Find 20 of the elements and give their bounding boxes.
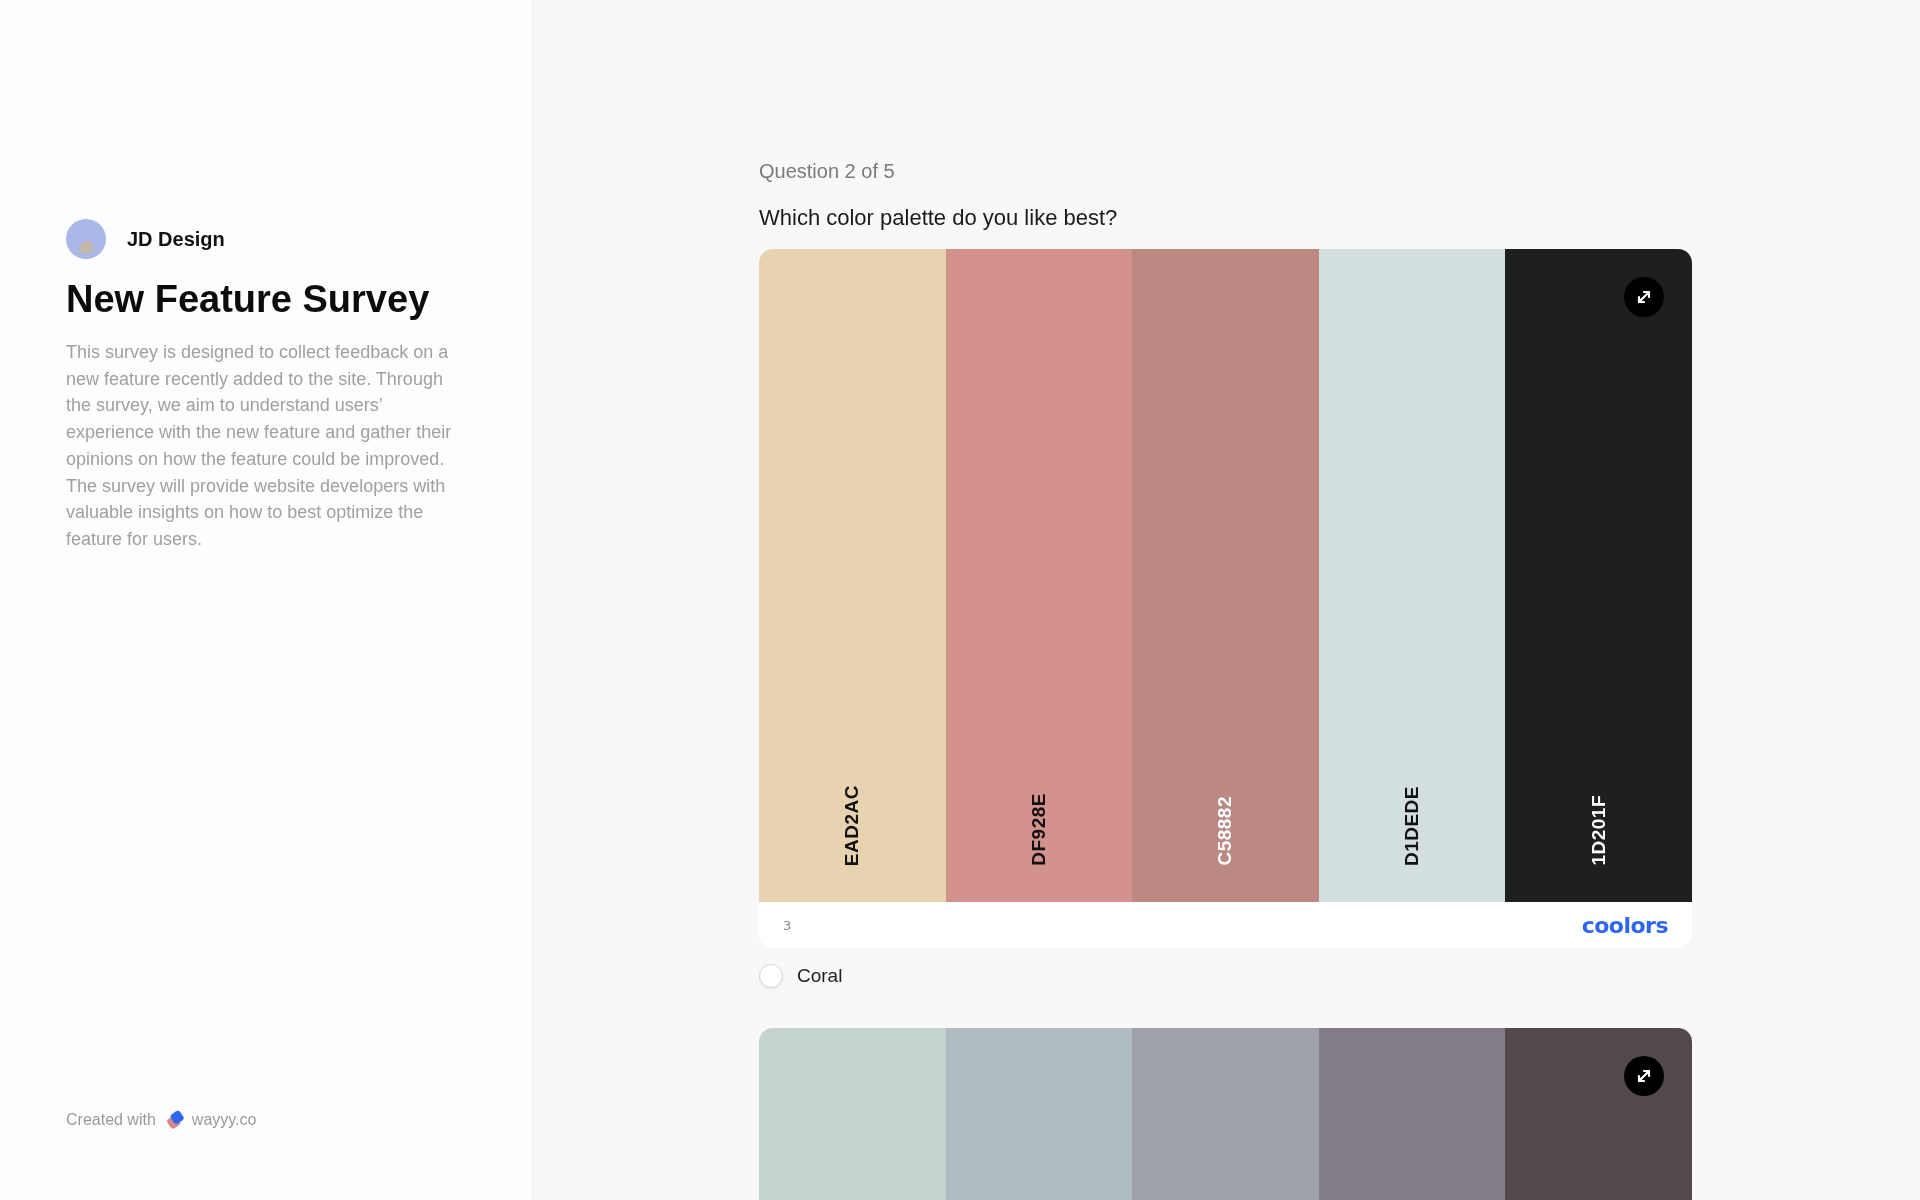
survey-title: New Feature Survey [66, 278, 431, 321]
question-counter: Question 2 of 5 [759, 160, 896, 183]
radio-button[interactable] [759, 964, 783, 988]
question-text: Which color palette do you like best? [759, 205, 1119, 231]
coolors-logo: coolors [1581, 912, 1668, 938]
palette-number: 3 [783, 917, 792, 933]
creator-name: JD Design [127, 227, 225, 251]
survey-description: This survey is designed to collect feedback on a new feature recently added to the site. Through the survey, we aim to understand users’ experience with the new feature and gather their opinions on how the feature could be improved. The survey will provide website developers with valuable insights on how to best optimize the feature for users. [66, 341, 453, 551]
palette-card[interactable]: EAD2AC DF928E C58882 D1DEDE 1D201F 3 coolors [759, 249, 1692, 948]
hex-code: 1D201F [1587, 795, 1610, 866]
hex-code: DF928E [1027, 793, 1050, 866]
hex-code: D1DEDE [1401, 785, 1424, 866]
expand-icon [1636, 289, 1652, 305]
option-label: Coral [797, 965, 843, 987]
hex-code: EAD2AC [841, 784, 864, 866]
created-with-label: Created with [66, 1111, 156, 1129]
hex-code: C58882 [1214, 796, 1237, 866]
logo-icon [165, 1110, 186, 1130]
expand-icon [1636, 1068, 1652, 1084]
avatar-icon [66, 219, 106, 259]
